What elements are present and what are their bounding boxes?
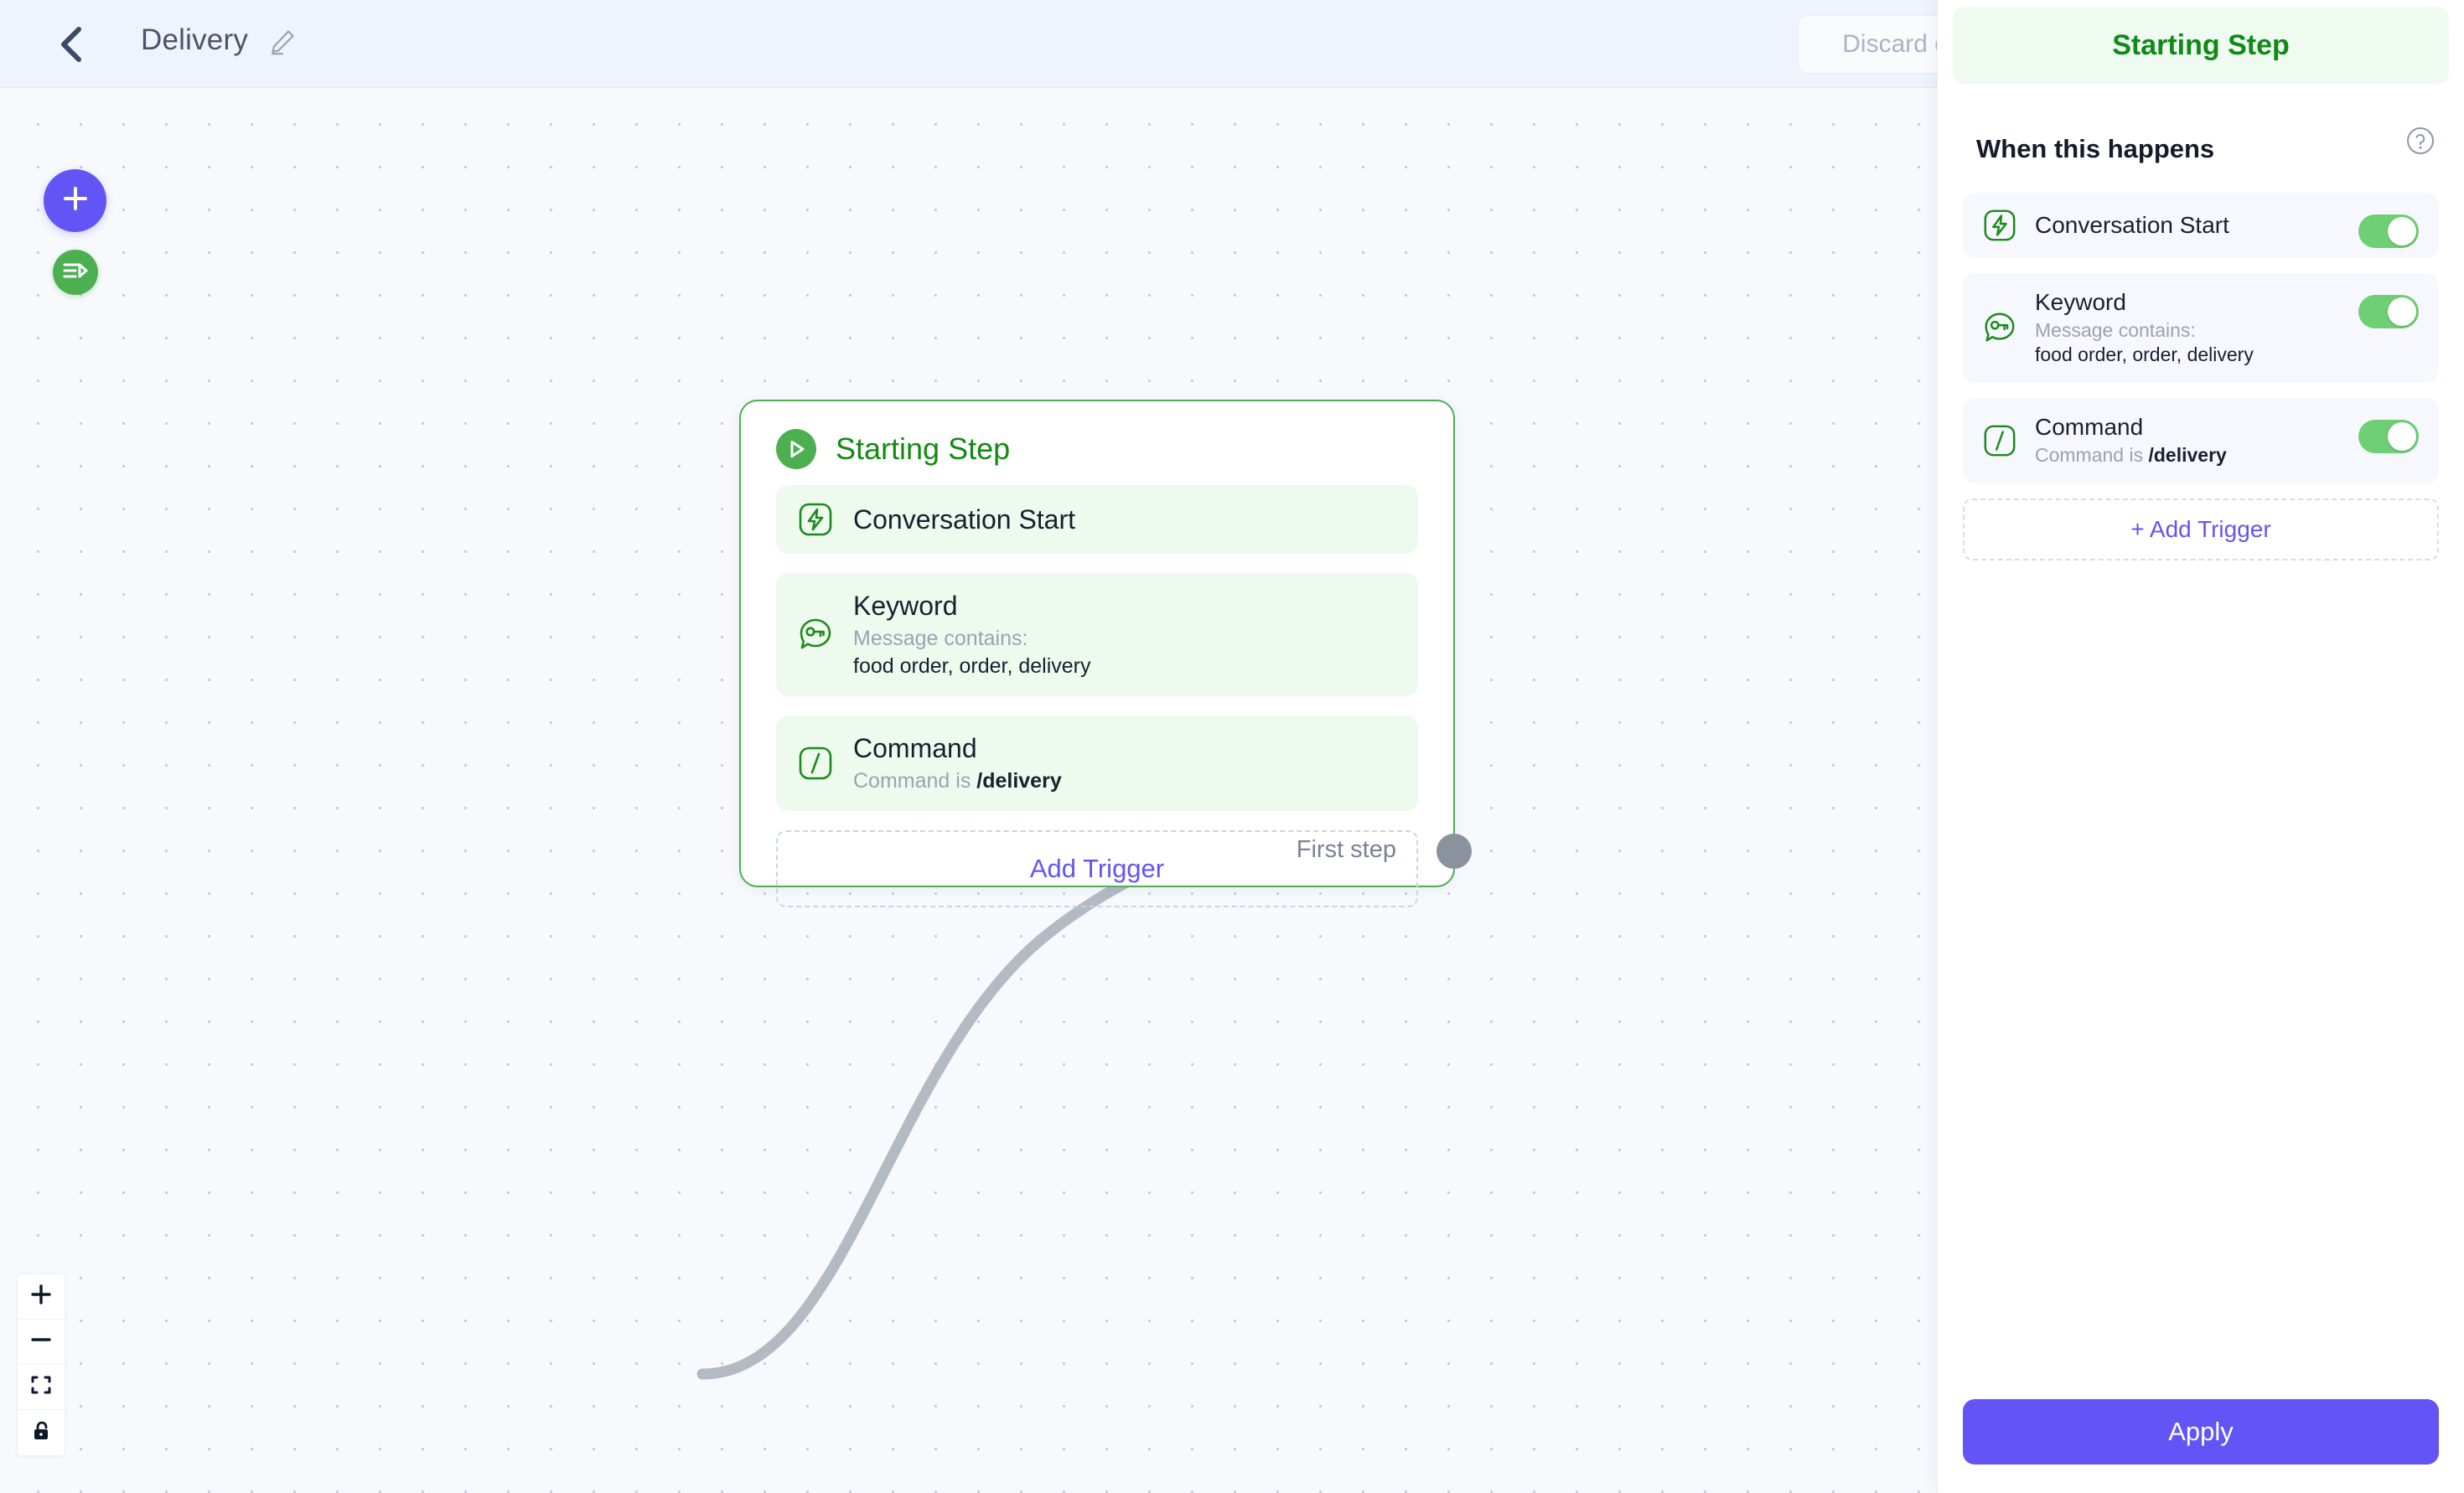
minus-icon [30,1329,52,1355]
panel-trigger-sub-label: Command is [2035,443,2149,466]
node-trigger-body: Keyword Message contains: food order, or… [853,589,1091,680]
panel-add-trigger-button[interactable]: + Add Trigger [1963,498,2439,561]
panel-trigger-toggle-keyword[interactable] [2358,295,2419,328]
node-header: Starting Step [741,401,1453,469]
add-node-button[interactable] [44,169,106,232]
node-trigger-command[interactable]: Command Command is /delivery [776,716,1418,811]
edit-title-button[interactable] [268,28,297,56]
node-trigger-conversation-start[interactable]: Conversation Start [776,485,1418,554]
node-trigger-keyword[interactable]: Keyword Message contains: food order, or… [776,573,1418,697]
node-trigger-subtitle: Command is /delivery [853,767,1062,795]
play-circle-icon [776,429,816,469]
starting-step-node[interactable]: Starting Step Conversation Start Keyword… [739,400,1472,907]
fit-view-button[interactable] [18,1365,65,1410]
test-flow-icon [63,260,88,286]
zoom-out-button[interactable] [18,1320,65,1365]
panel-title: Starting Step [1953,7,2449,84]
node-trigger-list: Conversation Start Keyword Message conta… [741,469,1453,811]
slash-command-icon [796,745,835,782]
node-title: Starting Step [836,431,1011,466]
lightning-bolt-icon [1981,208,2018,243]
starting-step-side-panel: Starting Step When this happens Conversa… [1937,0,2464,1493]
panel-trigger-conversation-start[interactable]: Conversation Start [1963,193,2439,258]
lock-canvas-button[interactable] [18,1410,65,1455]
apply-button[interactable]: Apply [1963,1399,2439,1465]
node-trigger-body: Conversation Start [853,503,1075,536]
plus-icon [30,1284,52,1310]
plus-icon [60,183,91,218]
panel-trigger-list: Conversation Start Keyword Message conta… [1938,193,2464,561]
back-button[interactable] [52,25,91,64]
chevron-left-icon [59,26,84,63]
panel-trigger-value: food order, order, delivery [2035,344,2254,366]
flow-title: Delivery [141,23,249,56]
node-trigger-subtitle: Message contains: [853,627,1028,650]
panel-trigger-command[interactable]: Command Command is /delivery [1963,398,2439,483]
unlock-icon [30,1420,52,1446]
panel-trigger-value: /delivery [2148,443,2227,466]
question-circle-icon[interactable] [2405,126,2436,156]
test-flow-button[interactable] [53,250,98,295]
first-step-label: First step [1296,836,1396,863]
keyword-bubble-icon [796,616,835,654]
panel-trigger-toggle-conversation-start[interactable] [2358,214,2419,248]
node-trigger-body: Command Command is /delivery [853,731,1062,795]
panel-trigger-keyword[interactable]: Keyword Message contains: food order, or… [1963,273,2439,384]
keyword-bubble-icon [1981,310,2018,347]
zoom-in-button[interactable] [18,1274,65,1320]
canvas-zoom-controls [17,1273,65,1456]
lightning-bolt-icon [796,501,835,538]
app-root: Delivery Discard changes Starting Step C… [0,0,2464,1493]
node-trigger-title: Command [853,733,977,764]
node-trigger-title: Conversation Start [853,504,1076,535]
node-trigger-sub-label: Command is [853,769,977,793]
node-trigger-title: Keyword [853,591,958,621]
pencil-icon [268,30,297,59]
node-output-handle[interactable] [1436,834,1472,869]
slash-command-icon [1981,423,2018,458]
node-trigger-value: /delivery [976,769,1062,793]
panel-trigger-toggle-command[interactable] [2358,420,2419,454]
fit-view-icon [30,1374,52,1400]
panel-section-title: When this happens [1976,134,2215,163]
node-trigger-value: food order, order, delivery [853,654,1091,678]
